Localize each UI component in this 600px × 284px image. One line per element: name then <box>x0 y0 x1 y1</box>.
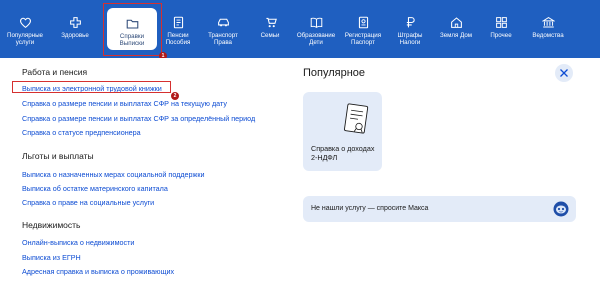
nav-label: Образование Дети <box>296 32 336 47</box>
annotation-frame-nav <box>103 3 162 56</box>
nav-family[interactable]: Семьи <box>252 0 288 58</box>
link-maternity-capital[interactable]: Выписка об остатке материнского капитала <box>22 184 168 193</box>
nav-registration[interactable]: Регистрация Паспорт <box>342 0 384 58</box>
link-address-certificate[interactable]: Адресная справка и выписка о проживающих <box>22 267 174 276</box>
nav-label: Штрафы Налоги <box>397 32 423 47</box>
heart-icon <box>18 15 32 29</box>
certificate-icon <box>344 103 369 134</box>
popular-card-2ndfl[interactable]: Справка о доходах 2-НДФЛ <box>303 92 382 171</box>
close-icon <box>560 69 568 77</box>
house-icon <box>449 15 463 29</box>
document-icon <box>171 15 185 29</box>
link-social-services-right[interactable]: Справка о праве на социальные услуги <box>22 198 154 207</box>
nav-land-home[interactable]: Земля Дом <box>435 0 477 58</box>
section-title-real-estate: Недвижимость <box>22 220 81 230</box>
top-navigation: Популярные услуги Здоровье Справки Выпис… <box>0 0 600 58</box>
close-button[interactable] <box>555 64 573 82</box>
book-icon <box>309 15 323 29</box>
nav-label: Пенсии Пособия <box>165 32 191 47</box>
ruble-icon <box>403 15 417 29</box>
nav-label: Земля Дом <box>439 32 473 39</box>
nav-label: Здоровье <box>61 32 89 39</box>
nav-other[interactable]: Прочее <box>483 0 519 58</box>
stroller-icon <box>263 15 277 29</box>
link-egrn[interactable]: Выписка из ЕГРН <box>22 253 81 262</box>
grid-icon <box>494 15 508 29</box>
nav-health[interactable]: Здоровье <box>53 0 97 58</box>
link-pension-period[interactable]: Справка о размере пенсии и выплатах СФР … <box>22 114 255 123</box>
popular-title: Популярное <box>303 67 366 79</box>
popular-card-caption: Справка о доходах 2-НДФЛ <box>311 144 375 162</box>
ask-max-bar[interactable]: Не нашли услугу — спросите Макса <box>303 196 576 222</box>
nav-label: Семьи <box>260 32 280 39</box>
robot-assistant-icon <box>553 201 569 217</box>
nav-label: Регистрация Паспорт <box>344 32 382 47</box>
building-icon <box>541 15 555 29</box>
passport-icon <box>356 15 370 29</box>
section-title-work-pension: Работа и пенсия <box>22 67 88 77</box>
nav-agencies[interactable]: Ведомства <box>526 0 570 58</box>
car-icon <box>216 15 230 29</box>
link-pension-current[interactable]: Справка о размере пенсии и выплатах СФР … <box>22 99 227 108</box>
annotation-badge-2: 2 <box>171 92 179 100</box>
ask-max-text: Не нашли услугу — спросите Макса <box>311 205 429 212</box>
link-prepension-status[interactable]: Справка о статусе предпенсионера <box>22 128 141 137</box>
nav-transport[interactable]: Транспорт Права <box>200 0 246 58</box>
nav-label: Популярные услуги <box>7 32 43 47</box>
nav-label: Прочее <box>490 32 512 39</box>
section-title-benefits: Льготы и выплаты <box>22 151 94 161</box>
nav-fines-taxes[interactable]: Штрафы Налоги <box>390 0 430 58</box>
nav-label: Транспорт Права <box>208 32 238 47</box>
link-social-support[interactable]: Выписка о назначенных мерах социальной п… <box>22 170 205 179</box>
link-online-realty[interactable]: Онлайн-выписка о недвижимости <box>22 238 134 247</box>
nav-pensions[interactable]: Пенсии Пособия <box>159 0 197 58</box>
nav-label: Ведомства <box>532 32 564 39</box>
annotation-frame-link <box>12 81 171 93</box>
nav-popular-services[interactable]: Популярные услуги <box>0 0 50 58</box>
cross-icon <box>68 15 82 29</box>
nav-education[interactable]: Образование Дети <box>292 0 340 58</box>
